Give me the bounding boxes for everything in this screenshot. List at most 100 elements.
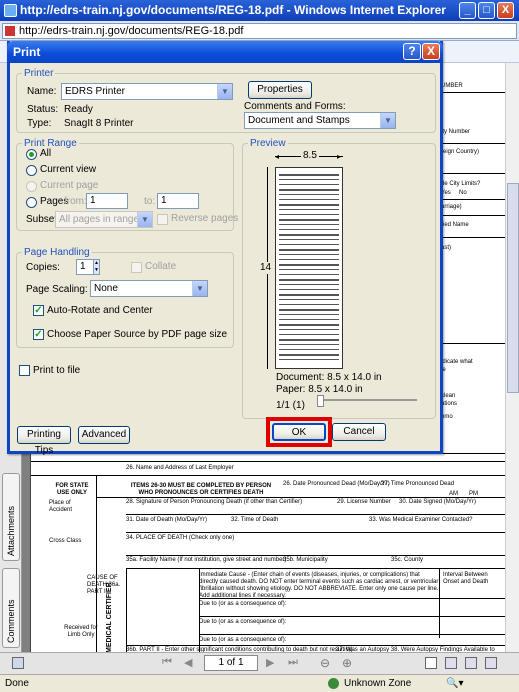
preview-form-line bbox=[279, 184, 339, 185]
properties-button[interactable]: Properties bbox=[248, 81, 312, 99]
doc-row-32: 32. Time of Death bbox=[231, 517, 279, 523]
cancel-button[interactable]: Cancel bbox=[332, 423, 386, 441]
chevron-down-icon: ▼ bbox=[192, 281, 207, 296]
preview-form-line bbox=[279, 264, 339, 266]
first-page-icon[interactable]: ⏮ bbox=[162, 656, 172, 669]
doc-fragment: ations bbox=[441, 401, 458, 407]
printer-group-label: Printer bbox=[22, 68, 56, 79]
last-page-icon[interactable]: ⏭ bbox=[288, 656, 298, 669]
continuous-icon[interactable] bbox=[445, 657, 457, 669]
choose-paper-source-label: Choose Paper Source by PDF page size bbox=[47, 329, 228, 340]
comments-tab[interactable]: Comments bbox=[2, 568, 20, 648]
page-scaling-select[interactable]: None ▼ bbox=[90, 280, 208, 297]
preview-form-line bbox=[279, 199, 339, 200]
preview-form-line bbox=[279, 269, 339, 270]
preview-form-line bbox=[279, 284, 339, 285]
doc-row-33: 33. Was Medical Examiner Contacted? bbox=[369, 517, 473, 523]
choose-paper-source-checkbox[interactable]: ✓ bbox=[33, 329, 44, 340]
chevron-down-icon: ▼ bbox=[217, 84, 232, 99]
print-dialog-title-bar[interactable]: Print ? X bbox=[7, 41, 443, 63]
preview-slider-thumb[interactable] bbox=[317, 395, 324, 407]
ie-title-bar[interactable]: http://edrs-train.nj.gov/documents/REG-1… bbox=[0, 0, 519, 21]
doc-fragment: UMBER bbox=[441, 83, 463, 89]
next-page-icon[interactable]: ▶ bbox=[266, 656, 274, 669]
doc-interval: Interval Between Onset and Death bbox=[443, 572, 489, 585]
subset-select[interactable]: All pages in range ▼ bbox=[55, 211, 153, 228]
preview-label: Preview bbox=[248, 138, 288, 149]
preview-form-line bbox=[279, 229, 339, 230]
single-page-icon[interactable] bbox=[425, 657, 437, 669]
pdf-file-icon bbox=[5, 26, 15, 36]
page-number-box[interactable]: 1 of 1 bbox=[204, 655, 258, 671]
address-field[interactable]: http://edrs-train.nj.gov/documents/REG-1… bbox=[2, 23, 517, 39]
reverse-pages-label: Reverse pages bbox=[171, 213, 239, 224]
preview-form-line bbox=[279, 224, 339, 225]
to-input[interactable]: 1 bbox=[157, 193, 199, 209]
minimize-button[interactable]: _ bbox=[459, 2, 476, 19]
doc-fragment: idicate what bbox=[441, 359, 473, 365]
preview-form-line bbox=[279, 309, 339, 311]
current-view-radio[interactable] bbox=[26, 165, 37, 176]
previous-page-icon[interactable]: ◀ bbox=[184, 656, 192, 669]
page-layout-icon[interactable] bbox=[12, 657, 24, 669]
page-index: 1/1 (1) bbox=[276, 400, 305, 411]
continuous-facing-icon[interactable] bbox=[485, 657, 497, 669]
globe-icon bbox=[328, 678, 339, 689]
printer-name-value: EDRS Printer bbox=[65, 86, 126, 97]
arrow-left-icon: ◂ bbox=[275, 152, 280, 161]
from-input[interactable]: 1 bbox=[86, 193, 128, 209]
facing-icon[interactable] bbox=[465, 657, 477, 669]
vertical-scrollbar[interactable] bbox=[505, 63, 519, 652]
preview-form-line bbox=[279, 259, 339, 260]
current-view-label: Current view bbox=[40, 164, 97, 175]
copies-stepper[interactable]: ▲ ▼ bbox=[93, 259, 100, 275]
zoom-icon[interactable]: 🔍▾ bbox=[446, 675, 463, 692]
forward-icon[interactable]: ⊕ bbox=[342, 656, 352, 670]
copies-label: Copies: bbox=[26, 262, 60, 273]
current-page-label: Current page bbox=[40, 180, 99, 191]
ok-button[interactable]: OK bbox=[272, 423, 326, 441]
dialog-close-button[interactable]: X bbox=[422, 43, 440, 60]
status-text: Done bbox=[5, 678, 29, 689]
zone-text: Unknown Zone bbox=[344, 678, 412, 689]
doc-due-to-1: Due to (or as a consequence of): bbox=[199, 601, 287, 607]
preview-form-line bbox=[279, 289, 339, 290]
preview-form-line bbox=[279, 274, 339, 275]
print-to-file-checkbox[interactable] bbox=[19, 365, 30, 376]
close-window-button[interactable]: X bbox=[497, 2, 514, 19]
document-size: Document: 8.5 x 14.0 in bbox=[276, 372, 382, 383]
to-label: to: bbox=[144, 196, 156, 207]
back-icon[interactable]: ⊖ bbox=[320, 656, 330, 670]
preview-height: 14 bbox=[259, 262, 273, 274]
doc-fragment: reign Country) bbox=[441, 149, 480, 155]
maximize-button[interactable]: □ bbox=[478, 2, 495, 19]
reverse-pages-checkbox[interactable] bbox=[157, 214, 168, 225]
auto-rotate-checkbox[interactable]: ✓ bbox=[33, 305, 44, 316]
collate-label: Collate bbox=[145, 261, 177, 272]
current-page-radio[interactable] bbox=[26, 181, 37, 192]
scrollbar-thumb[interactable] bbox=[507, 183, 519, 393]
preview-form-line bbox=[279, 319, 339, 320]
all-radio[interactable] bbox=[26, 149, 37, 160]
preview-form-line bbox=[279, 299, 339, 300]
chevron-down-icon: ▼ bbox=[137, 212, 152, 227]
preview-form-line bbox=[279, 174, 339, 176]
help-button[interactable]: ? bbox=[403, 43, 421, 60]
preview-form-line bbox=[279, 314, 339, 315]
collate-checkbox[interactable] bbox=[131, 262, 142, 273]
preview-form-line bbox=[279, 234, 339, 236]
doc-row-29: 29. License Number bbox=[337, 499, 391, 505]
preview-page-slider[interactable] bbox=[317, 399, 417, 401]
attachments-tab[interactable]: Attachments bbox=[2, 473, 20, 561]
doc-row-35a: 35a. Facility Name (If not institution, … bbox=[126, 557, 287, 563]
doc-row-26: 26. Name and Address of Last Employer bbox=[126, 465, 234, 471]
pages-radio[interactable] bbox=[26, 197, 37, 208]
printing-tips-button[interactable]: Printing Tips bbox=[17, 426, 71, 456]
preview-page-thumbnail bbox=[275, 167, 343, 369]
advanced-button[interactable]: Advanced bbox=[78, 426, 130, 444]
comments-forms-select[interactable]: Document and Stamps ▼ bbox=[244, 112, 396, 129]
doc-row-35c: 35c. County bbox=[391, 557, 424, 563]
printer-name-select[interactable]: EDRS Printer ▼ bbox=[61, 83, 233, 100]
doc-due-to-3: Due to (or as a consequence of): bbox=[199, 637, 287, 643]
preview-form-line bbox=[279, 179, 339, 180]
